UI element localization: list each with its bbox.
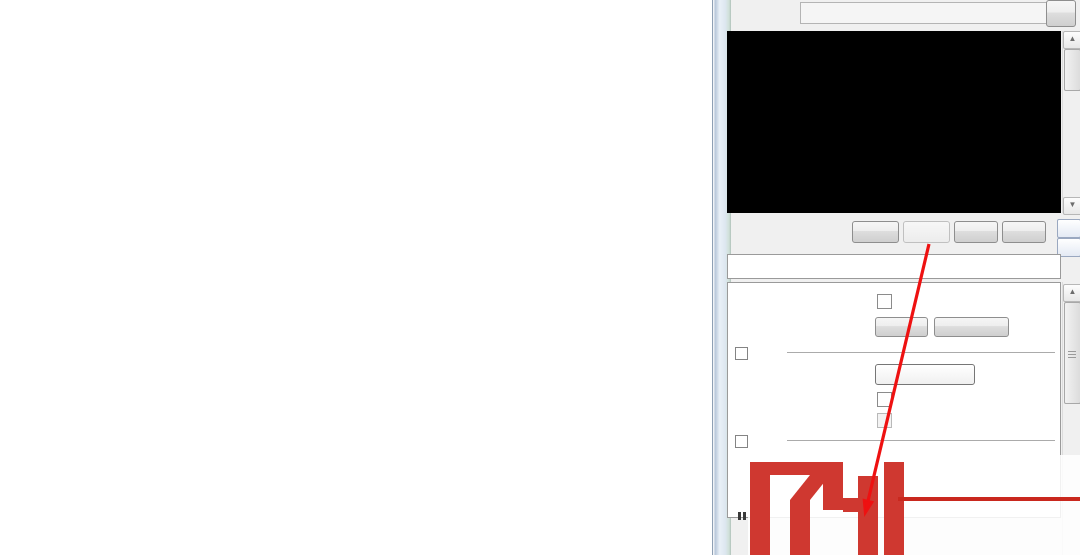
tree-scrollbar-thumb[interactable]: [1064, 49, 1080, 91]
theme-flyout-button[interactable]: [1046, 0, 1076, 27]
section-title: [727, 254, 1061, 279]
add-peak-button[interactable]: [875, 317, 928, 337]
scroll-up-icon[interactable]: ▲: [1063, 31, 1080, 49]
weight-method-select[interactable]: [875, 364, 975, 385]
watermark-rule: [898, 497, 1080, 501]
prev-step-button[interactable]: [852, 221, 899, 243]
show-2nd-derivative-checkbox[interactable]: [877, 413, 892, 428]
scroll-down-icon[interactable]: ▼: [1063, 197, 1080, 215]
result-group-rule: [787, 440, 1055, 441]
options-scrollbar-thumb[interactable]: [1064, 302, 1080, 404]
coal-chem-logo-icon: [748, 455, 908, 555]
align-to-spectrum-checkbox[interactable]: [877, 294, 892, 309]
finish-button[interactable]: [954, 221, 998, 243]
modify-delete-peak-button[interactable]: [934, 317, 1009, 337]
clipped-text-fragment: [738, 512, 741, 520]
wizard-step-tree: [727, 31, 1061, 213]
panel-collapse-down-icon[interactable]: [1057, 219, 1080, 238]
collapse-result-icon[interactable]: [735, 435, 748, 448]
show-residual-checkbox[interactable]: [877, 392, 892, 407]
clipped-text-fragment: [743, 512, 746, 520]
peak-analyzer-panel: ▲ ▼: [731, 0, 1080, 555]
theme-input[interactable]: [800, 2, 1048, 24]
peak-analyzer-window: ▲ ▼: [0, 0, 1080, 555]
weight-group-rule: [787, 352, 1055, 353]
collapse-weight-icon[interactable]: [735, 347, 748, 360]
next-step-button[interactable]: [903, 221, 950, 243]
scroll-up-icon[interactable]: ▲: [1063, 284, 1080, 302]
cancel-button[interactable]: [1002, 221, 1046, 243]
spectrum-chart: [0, 0, 714, 555]
tree-scrollbar[interactable]: ▲ ▼: [1062, 31, 1080, 213]
